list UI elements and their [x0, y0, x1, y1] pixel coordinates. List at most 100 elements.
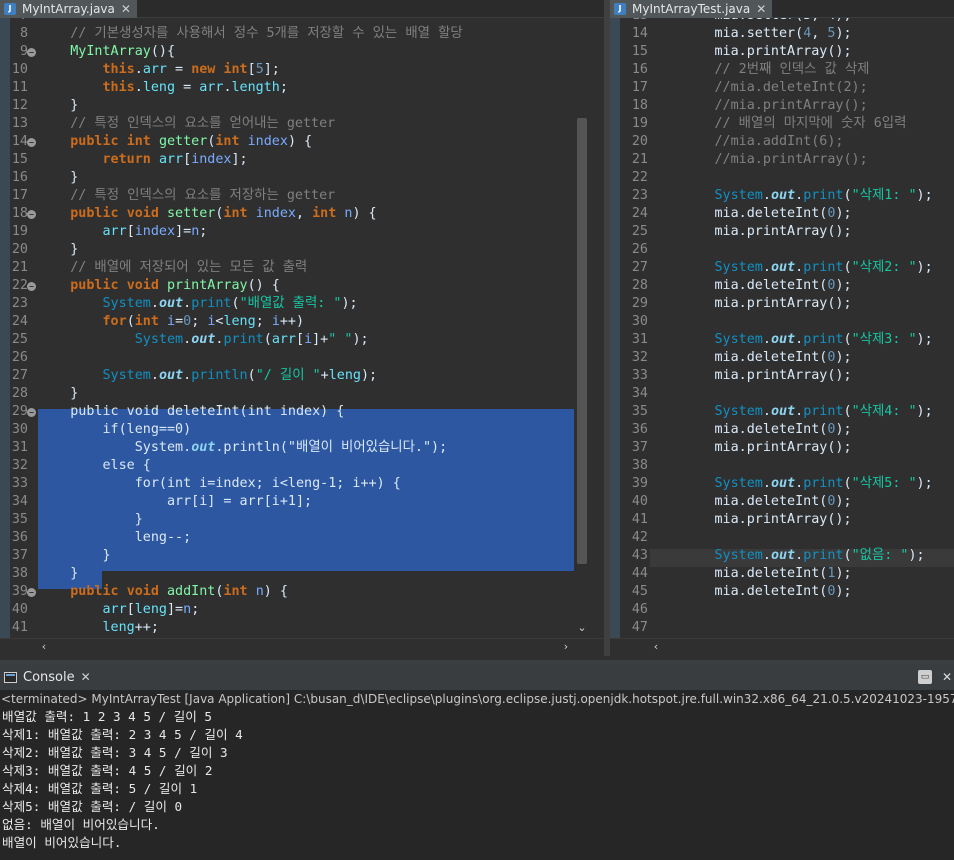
code-token: //mia.printArray();	[714, 152, 868, 167]
horizontal-scrollbar[interactable]: ‹ ›	[0, 638, 604, 656]
code-token: //mia.addInt(6);	[714, 134, 844, 149]
code-token: setter	[747, 18, 795, 23]
code-token: public	[70, 584, 119, 599]
vertical-scrollbar[interactable]: ⌄	[574, 18, 590, 638]
code-text: for(int i=0; i<leng; i++)	[38, 313, 305, 331]
code-token: this	[102, 80, 135, 95]
code-token: out	[158, 368, 184, 383]
code-token: arr	[271, 332, 296, 347]
line-number: 13	[620, 18, 648, 25]
fold-toggle-icon[interactable]: −	[27, 588, 36, 597]
code-text: MyIntArray(){	[38, 43, 175, 61]
line-number: 33	[631, 368, 648, 383]
chevron-left-icon[interactable]: ‹	[36, 639, 52, 655]
code-line: 38 }	[0, 565, 604, 583]
code-token: "없음: "	[851, 548, 909, 563]
code-token: .	[762, 332, 771, 347]
chevron-right-icon[interactable]: ›	[558, 639, 574, 655]
code-token: length	[231, 80, 280, 95]
close-icon[interactable]: ✕	[121, 0, 131, 18]
line-number: 35	[631, 404, 648, 419]
code-editor[interactable]: 78 // 기본생성자를 사용해서 정수 5개를 저장할 수 있는 배열 할당9…	[0, 18, 604, 638]
code-line: 37 mia.printArray();	[610, 439, 954, 457]
code-text: mia.setter(4, 5);	[650, 25, 851, 43]
line-number: 21	[11, 260, 28, 275]
code-token: int	[223, 206, 248, 221]
minimize-icon[interactable]: ▭	[918, 670, 932, 684]
code-token: (	[126, 314, 135, 329]
tab-title: MyIntArrayTest.java	[632, 2, 751, 16]
close-icon[interactable]: ✕	[81, 670, 91, 684]
line-number: 18	[631, 98, 648, 113]
code-line: 21 //mia.printArray();	[610, 151, 954, 169]
code-token: leng	[223, 314, 256, 329]
code-token: mia.deleteInt(	[650, 422, 828, 437]
code-text: System.out.print("삭제5: ");	[650, 475, 933, 493]
line-number: 23	[11, 296, 28, 311]
code-token: mia.deleteInt(	[650, 350, 828, 365]
code-line: 32 mia.deleteInt(0);	[610, 349, 954, 367]
line-number: 37	[11, 548, 28, 563]
code-token: //mia.deleteInt(2);	[714, 80, 868, 95]
code-text: mia.deleteInt(0);	[650, 349, 851, 367]
scrollbar-thumb[interactable]	[577, 118, 587, 564]
console-tab-label: Console	[23, 669, 75, 685]
code-token: 0	[183, 314, 192, 329]
code-editor-right[interactable]: 13 mia.setter(3, 4);14 mia.setter(4, 5);…	[610, 18, 954, 638]
horizontal-scrollbar[interactable]: ‹	[610, 638, 954, 656]
console-output[interactable]: 배열값 출력: 1 2 3 4 5 / 길이 5 삭제1: 배열값 출력: 2 3…	[0, 708, 954, 860]
editor-tabbar-right: J MyIntArrayTest.java ✕	[610, 0, 954, 18]
fold-toggle-icon[interactable]: −	[27, 210, 36, 219]
code-token: arr	[158, 152, 184, 167]
code-token: .	[795, 188, 804, 203]
code-line: 14− public int getter(int index) {	[0, 133, 604, 151]
code-line: 18− public void setter(int index, int n)…	[0, 205, 604, 223]
code-line: 42	[610, 529, 954, 547]
code-token: );	[835, 584, 852, 599]
line-number: 17	[11, 188, 28, 203]
code-token: (	[247, 368, 256, 383]
code-token: .	[150, 368, 159, 383]
code-token: .	[762, 548, 771, 563]
code-token: index	[247, 134, 288, 149]
line-number: 34	[11, 494, 28, 509]
line-number: 8	[19, 26, 28, 41]
fold-toggle-icon[interactable]: −	[27, 408, 36, 417]
code-token: i	[271, 314, 280, 329]
line-number: 36	[631, 422, 648, 437]
code-text: mia.setter(3, 4);	[650, 18, 851, 25]
close-view-icon[interactable]: ✕	[940, 670, 954, 684]
code-token: leng	[102, 620, 135, 635]
code-line: 17 // 특정 인덱스의 요소를 저장하는 getter	[0, 187, 604, 205]
tab-myintarraytest-java[interactable]: J MyIntArrayTest.java ✕	[610, 0, 773, 18]
line-number: 31	[631, 332, 648, 347]
code-token: System	[714, 476, 763, 491]
code-line: 10 this.arr = new int[5];	[0, 61, 604, 79]
tab-console[interactable]: Console ✕	[0, 664, 99, 690]
close-icon[interactable]: ✕	[756, 0, 766, 18]
line-number: 42	[631, 530, 648, 545]
code-token: ]+	[312, 332, 329, 347]
code-token: print	[191, 296, 232, 311]
code-token: ;	[191, 602, 200, 617]
code-token: );	[352, 332, 369, 347]
fold-toggle-icon[interactable]: −	[27, 282, 36, 291]
fold-toggle-icon[interactable]: −	[27, 48, 36, 57]
chevron-down-icon[interactable]: ⌄	[574, 620, 590, 636]
code-line: 44 mia.deleteInt(1);	[610, 565, 954, 583]
code-token: MyIntArray	[70, 44, 151, 59]
chevron-left-icon[interactable]: ‹	[648, 639, 664, 655]
fold-toggle-icon[interactable]: −	[27, 138, 36, 147]
code-token: void	[126, 278, 159, 293]
code-text: public void printArray() {	[38, 277, 280, 295]
code-token: }	[38, 548, 111, 563]
tab-myintarray-java[interactable]: J MyIntArray.java ✕	[0, 0, 137, 18]
editor-pane-myintarraytest: J MyIntArrayTest.java ✕ 13 mia.setter(3,…	[610, 0, 954, 656]
code-text: System.out.print("삭제2: ");	[650, 259, 933, 277]
code-text: // 기본생성자를 사용해서 정수 5개를 저장할 수 있는 배열 할당	[38, 25, 462, 43]
